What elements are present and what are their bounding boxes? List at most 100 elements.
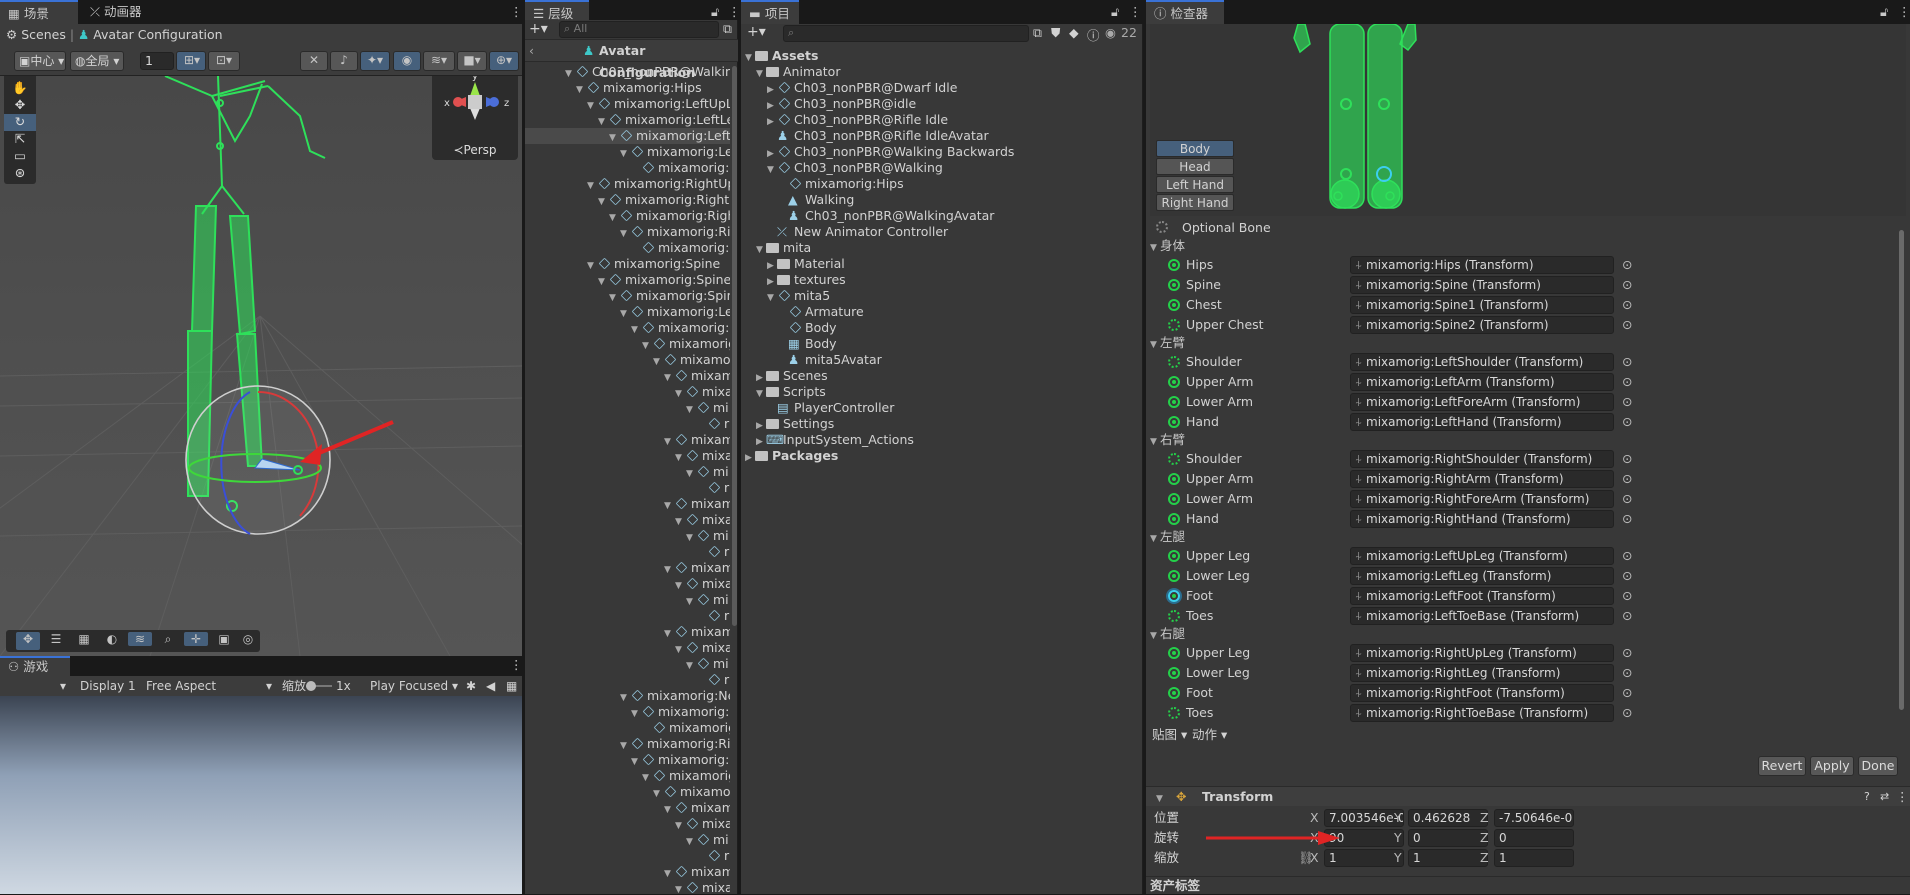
expand-arrow-icon[interactable]: ▼ [675,578,685,592]
hierarchy-row[interactable]: ▼ mixamorig:Righ [525,752,730,768]
required-bone-icon[interactable] [1168,687,1180,699]
revert-button[interactable]: Revert [1758,756,1806,776]
expand-arrow-icon[interactable]: ▼ [675,450,685,464]
hierarchy-row[interactable]: ▼ mixar [525,384,730,400]
shading-icon[interactable]: ◐ [100,632,124,646]
hierarchy-row[interactable]: mixamorig:H [525,720,730,736]
expand-arrow-icon[interactable]: ▼ [620,738,630,752]
object-picker-icon[interactable]: ⊙ [1622,315,1632,335]
required-bone-icon[interactable] [1168,416,1180,428]
project-search-input[interactable]: ⌕ [783,25,1029,42]
bone-transform-field[interactable]: ⍭ mixamorig:RightArm (Transform) [1350,470,1614,488]
align-icon[interactable]: ☰ [44,632,68,646]
bone-section-header[interactable]: ▼ 身体 [1150,238,1894,254]
object-picker-icon[interactable]: ⊙ [1622,469,1632,489]
space-dropdown[interactable]: ◍全局 ▾ [70,51,124,71]
expand-arrow-icon[interactable]: ▼ [598,274,608,288]
transform-more-icon[interactable]: ⋮ [1896,787,1909,807]
audio-toggle[interactable]: ♪ [330,51,358,71]
map-dropdown[interactable]: 贴图 ▾ [1152,726,1187,744]
object-picker-icon[interactable]: ⊙ [1622,586,1632,606]
project-row[interactable]: ▶ Ch03_nonPBR@Walking Backwards [741,144,1143,160]
tab-scene[interactable]: ▦ 场景 [0,0,78,24]
expand-arrow-icon[interactable]: ▶ [756,434,766,448]
hierarchy-row[interactable]: ▼ mixamorig [525,784,730,800]
object-picker-icon[interactable]: ⊙ [1622,509,1632,529]
object-picker-icon[interactable]: ⊙ [1622,703,1632,723]
expand-arrow-icon[interactable]: ▼ [664,434,674,448]
help-icon[interactable]: ? [1864,787,1870,807]
object-picker-icon[interactable]: ⊙ [1622,412,1632,432]
hierarchy-row[interactable]: ▼ mi [525,528,730,544]
hierarchy-row[interactable]: ▼ mixamo [525,864,730,880]
project-row[interactable]: ▼ Assets [741,48,1143,64]
add-object-button[interactable]: +▾ [529,21,548,37]
bone-section-header[interactable]: ▼ 右腿 [1150,626,1894,642]
hierarchy-row[interactable]: ▼ mixamorig:RightUpLeg [525,176,730,192]
section-collapse-icon[interactable]: ▼ [1150,240,1160,254]
hierarchy-row[interactable]: ▼ mi [525,592,730,608]
section-collapse-icon[interactable]: ▼ [1150,628,1160,642]
hierarchy-scrollbar[interactable] [730,64,738,894]
expand-arrow-icon[interactable]: ▼ [653,786,663,800]
bone-transform-field[interactable]: ⍭ mixamorig:RightForeArm (Transform) [1350,490,1614,508]
project-row[interactable]: ♟ mita5Avatar [741,352,1143,368]
bone-transform-field[interactable]: ⍭ mixamorig:RightToeBase (Transform) [1350,704,1614,722]
apply-button[interactable]: Apply [1810,756,1854,776]
grid-snap-button[interactable]: ⊞▾ [176,51,206,71]
speaker-icon[interactable]: ◀ [486,676,495,696]
hierarchy-search-input[interactable]: ⌕ All [559,21,719,38]
compass-icon[interactable]: ◎ [238,632,258,646]
rect-tool-icon[interactable]: ▭ [4,148,36,165]
required-bone-icon[interactable] [1168,376,1180,388]
required-bone-icon[interactable] [1168,570,1180,582]
project-row[interactable]: ▶ Ch03_nonPBR@Rifle Idle [741,112,1143,128]
hierarchy-row[interactable]: ▼ mixamorig:Neck [525,688,730,704]
hierarchy-row[interactable]: ▼ mixar [525,640,730,656]
increment-snap-button[interactable]: ⊡▾ [208,51,240,71]
expand-arrow-icon[interactable]: ▶ [745,450,755,464]
expand-arrow-icon[interactable]: ▼ [631,754,641,768]
required-bone-icon[interactable] [1168,279,1180,291]
hierarchy-row[interactable]: ▼ mixamo [525,496,730,512]
pivot-overlay-icon[interactable]: ✛ [184,632,208,646]
hierarchy-row[interactable]: ▼ mixamorig:Spine2 [525,288,730,304]
project-row[interactable]: ▼ Scripts [741,384,1143,400]
transform-y-field[interactable]: 0.462628 [1408,809,1488,827]
move-tool-icon[interactable]: ✥ [4,97,36,114]
project-row[interactable]: ▼ mita5 [741,288,1143,304]
required-bone-icon[interactable] [1168,513,1180,525]
expand-arrow-icon[interactable]: ▼ [620,146,630,160]
expand-arrow-icon[interactable]: ▼ [675,882,685,894]
project-row[interactable]: ▶ Ch03_nonPBR@Dwarf Idle [741,80,1143,96]
game-viewport[interactable] [0,696,522,894]
pose-dropdown[interactable]: 动作 ▾ [1192,726,1227,744]
hierarchy-row[interactable]: ▼ mixamorig:RightS [525,736,730,752]
back-arrow-icon[interactable]: ‹ [529,40,534,62]
breadcrumb-scenes[interactable]: Scenes [21,27,66,42]
bone-transform-field[interactable]: ⍭ mixamorig:RightLeg (Transform) [1350,664,1614,682]
hierarchy-row[interactable]: r [525,848,730,864]
expand-arrow-icon[interactable]: ▼ [675,386,685,400]
bone-section-header[interactable]: ▼ 左臂 [1150,335,1894,351]
expand-arrow-icon[interactable]: ▼ [675,514,685,528]
optional-bone-icon[interactable] [1168,356,1180,368]
transform-z-field[interactable]: -7.50646e-07 [1494,809,1574,827]
object-picker-icon[interactable]: ⊙ [1622,663,1632,683]
hierarchy-row[interactable]: ▼ mixamo [525,432,730,448]
bone-section-header[interactable]: ▼ 右臂 [1150,432,1894,448]
expand-arrow-icon[interactable]: ▼ [756,242,766,256]
search-by-label-icon[interactable]: ⛊ [1051,25,1060,41]
breadcrumb-avatar-configuration[interactable]: Avatar Configuration [93,27,222,42]
expand-arrow-icon[interactable]: ▼ [767,290,777,304]
transform-collapse-icon[interactable]: ▼ [1156,789,1166,809]
project-row[interactable]: ▼ Ch03_nonPBR@Walking [741,160,1143,176]
hierarchy-row[interactable]: ▼ mixamorig:LeftFoot [525,128,730,144]
expand-arrow-icon[interactable]: ▼ [598,194,608,208]
bone-transform-field[interactable]: ⍭ mixamorig:LeftShoulder (Transform) [1350,353,1614,371]
hidden-count-icon[interactable]: ◉ [1105,25,1116,40]
project-row[interactable]: Body [741,320,1143,336]
hierarchy-row[interactable]: ▼ mixamorig:Spine [525,256,730,272]
game-type-dropdown[interactable]: ▾ [60,676,66,696]
optional-bone-icon[interactable] [1168,453,1180,465]
